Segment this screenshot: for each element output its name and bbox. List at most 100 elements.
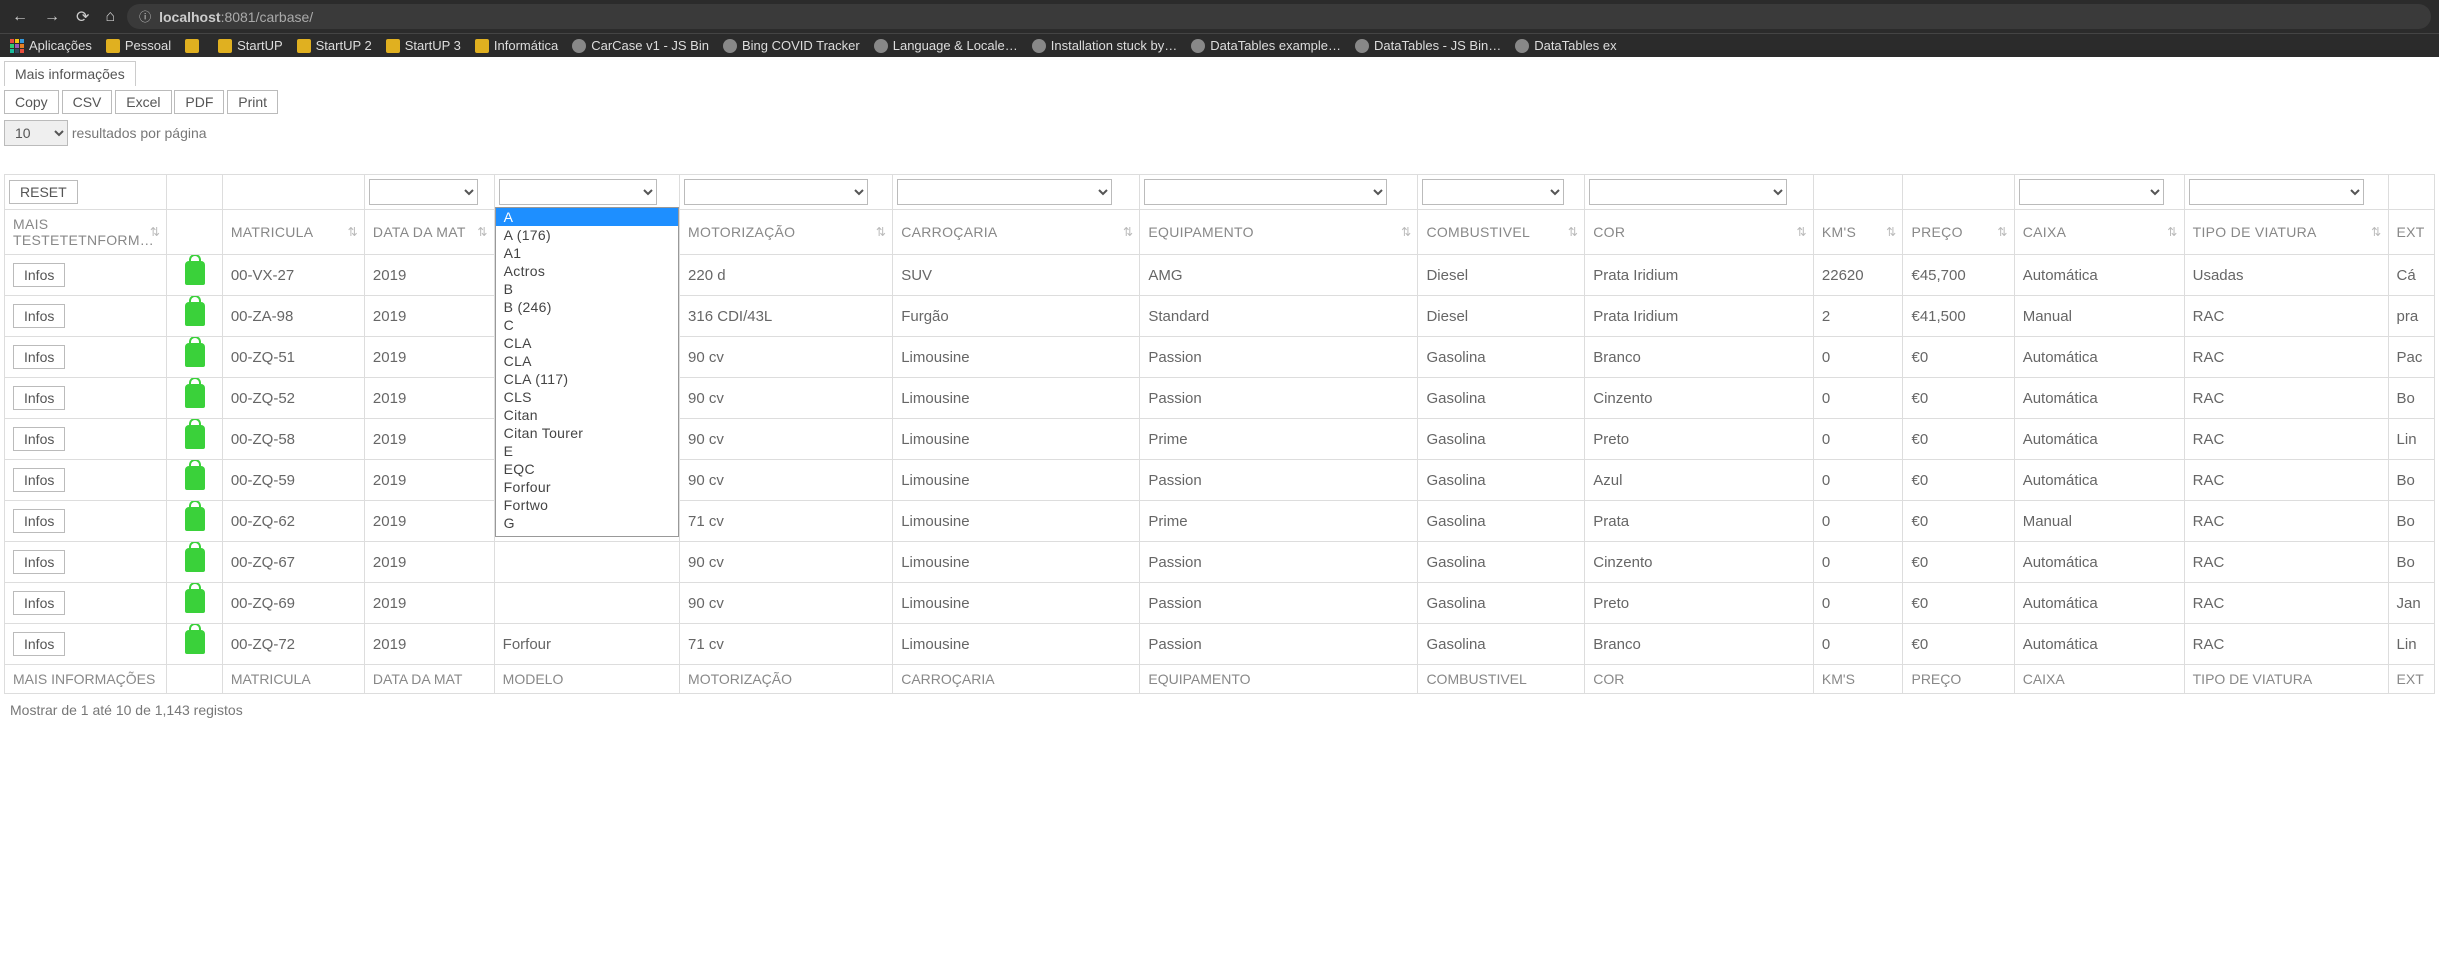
- dropdown-option[interactable]: B: [496, 280, 678, 298]
- bookmark-item[interactable]: Aplicações: [10, 38, 92, 53]
- filter-carrocaria[interactable]: [897, 179, 1111, 205]
- cell: Automática: [2014, 583, 2184, 624]
- dropdown-option[interactable]: E: [496, 442, 678, 460]
- col-ext[interactable]: EXT: [2388, 210, 2434, 255]
- dropdown-option[interactable]: G: [496, 514, 678, 532]
- nav-reload-icon[interactable]: ⟳: [72, 5, 93, 29]
- dropdown-option[interactable]: CLA (117): [496, 370, 678, 388]
- infos-button[interactable]: Infos: [13, 386, 65, 410]
- nav-home-icon[interactable]: ⌂: [101, 6, 119, 28]
- foot-preco: PREÇO: [1903, 665, 2014, 694]
- copy-button[interactable]: Copy: [4, 90, 59, 114]
- dropdown-option[interactable]: Citan Tourer: [496, 424, 678, 442]
- infos-button[interactable]: Infos: [13, 509, 65, 533]
- col-caixa[interactable]: CAIXA: [2014, 210, 2184, 255]
- cell: RAC: [2184, 624, 2388, 665]
- page-length-select[interactable]: 10: [4, 120, 68, 146]
- dropdown-option[interactable]: A (176): [496, 226, 678, 244]
- col-equip[interactable]: EQUIPAMENTO: [1140, 210, 1418, 255]
- cell: Passion: [1140, 460, 1418, 501]
- cell: Furgão: [893, 296, 1140, 337]
- infos-button[interactable]: Infos: [13, 304, 65, 328]
- cell: Automática: [2014, 255, 2184, 296]
- bookmark-item[interactable]: Pessoal: [106, 38, 171, 53]
- print-button[interactable]: Print: [227, 90, 278, 114]
- bookmark-item[interactable]: DataTables - JS Bin…: [1355, 38, 1501, 53]
- cell: €45,700: [1903, 255, 2014, 296]
- bookmark-item[interactable]: DataTables example…: [1191, 38, 1341, 53]
- pdf-button[interactable]: PDF: [174, 90, 224, 114]
- dropdown-option[interactable]: Actros: [496, 262, 678, 280]
- dropdown-option[interactable]: GLA: [496, 532, 678, 537]
- bookmark-item[interactable]: [185, 39, 204, 53]
- address-bar[interactable]: ⓘ localhost:8081/carbase/: [127, 4, 2431, 29]
- cell: 2019: [364, 378, 494, 419]
- bookmark-item[interactable]: CarCase v1 - JS Bin: [572, 38, 709, 53]
- dropdown-option[interactable]: Forfour: [496, 478, 678, 496]
- col-preco[interactable]: PREÇO: [1903, 210, 2014, 255]
- dropdown-option[interactable]: C: [496, 316, 678, 334]
- bookmark-item[interactable]: StartUP 3: [386, 38, 461, 53]
- filter-data[interactable]: [369, 179, 478, 205]
- bookmark-item[interactable]: Installation stuck by…: [1032, 38, 1177, 53]
- filter-equipamento[interactable]: [1144, 179, 1386, 205]
- dropdown-option[interactable]: Citan: [496, 406, 678, 424]
- infos-button[interactable]: Infos: [13, 427, 65, 451]
- col-km[interactable]: KM'S: [1813, 210, 1903, 255]
- infos-button[interactable]: Infos: [13, 591, 65, 615]
- dropdown-option[interactable]: Fortwo: [496, 496, 678, 514]
- dropdown-option[interactable]: CLA: [496, 352, 678, 370]
- cell: Cinzento: [1585, 378, 1814, 419]
- cell: 2019: [364, 624, 494, 665]
- col-lock: [167, 210, 223, 255]
- filter-tipo[interactable]: [2189, 179, 2364, 205]
- filter-modelo-dropdown[interactable]: AA (176)A1ActrosBB (246)CCLACLACLA (117)…: [495, 207, 679, 537]
- infos-button[interactable]: Infos: [13, 468, 65, 492]
- col-data[interactable]: DATA DA MAT: [364, 210, 494, 255]
- col-matricula[interactable]: MATRICULA: [222, 210, 364, 255]
- cell: 90 cv: [680, 337, 893, 378]
- col-cor[interactable]: COR: [1585, 210, 1814, 255]
- infos-button[interactable]: Infos: [13, 550, 65, 574]
- panel-tab[interactable]: Mais informações: [4, 61, 136, 86]
- bookmark-item[interactable]: StartUP 2: [297, 38, 372, 53]
- filter-modelo[interactable]: [499, 179, 658, 205]
- bookmark-item[interactable]: StartUP: [218, 38, 283, 53]
- filter-cor[interactable]: [1589, 179, 1787, 205]
- infos-button[interactable]: Infos: [13, 345, 65, 369]
- filter-motor[interactable]: [684, 179, 868, 205]
- lock-icon: [185, 548, 205, 572]
- dropdown-option[interactable]: CLS: [496, 388, 678, 406]
- bookmark-item[interactable]: Bing COVID Tracker: [723, 38, 860, 53]
- infos-button[interactable]: Infos: [13, 263, 65, 287]
- col-motor[interactable]: MOTORIZAÇÃO: [680, 210, 893, 255]
- dropdown-option[interactable]: A1: [496, 244, 678, 262]
- dropdown-option[interactable]: B (246): [496, 298, 678, 316]
- bookmark-item[interactable]: DataTables ex: [1515, 38, 1616, 53]
- col-tipo[interactable]: TIPO DE VIATURA: [2184, 210, 2388, 255]
- cell: 316 CDI/43L: [680, 296, 893, 337]
- reset-button[interactable]: RESET: [9, 180, 78, 204]
- nav-back-icon[interactable]: ←: [8, 6, 32, 28]
- csv-button[interactable]: CSV: [62, 90, 113, 114]
- col-comb[interactable]: COMBUSTIVEL: [1418, 210, 1585, 255]
- site-info-icon[interactable]: ⓘ: [139, 8, 151, 25]
- bookmark-label: DataTables ex: [1534, 38, 1616, 53]
- cell: €0: [1903, 337, 2014, 378]
- col-mais[interactable]: MAIS TESTETETNFORMAÇÕES: [5, 210, 167, 255]
- filter-combustivel[interactable]: [1422, 179, 1564, 205]
- cell: Automática: [2014, 419, 2184, 460]
- foot-motor: MOTORIZAÇÃO: [680, 665, 893, 694]
- nav-forward-icon[interactable]: →: [40, 6, 64, 28]
- dropdown-option[interactable]: CLA: [496, 334, 678, 352]
- cell: 00-ZQ-72: [222, 624, 364, 665]
- bookmark-item[interactable]: Language & Locale…: [874, 38, 1018, 53]
- excel-button[interactable]: Excel: [115, 90, 171, 114]
- infos-button[interactable]: Infos: [13, 632, 65, 656]
- bookmark-item[interactable]: Informática: [475, 38, 558, 53]
- col-carrocaria[interactable]: CARROÇARIA: [893, 210, 1140, 255]
- dropdown-option[interactable]: A: [496, 208, 678, 226]
- dropdown-option[interactable]: EQC: [496, 460, 678, 478]
- filter-caixa[interactable]: [2019, 179, 2164, 205]
- url-path: :8081/carbase/: [221, 9, 314, 25]
